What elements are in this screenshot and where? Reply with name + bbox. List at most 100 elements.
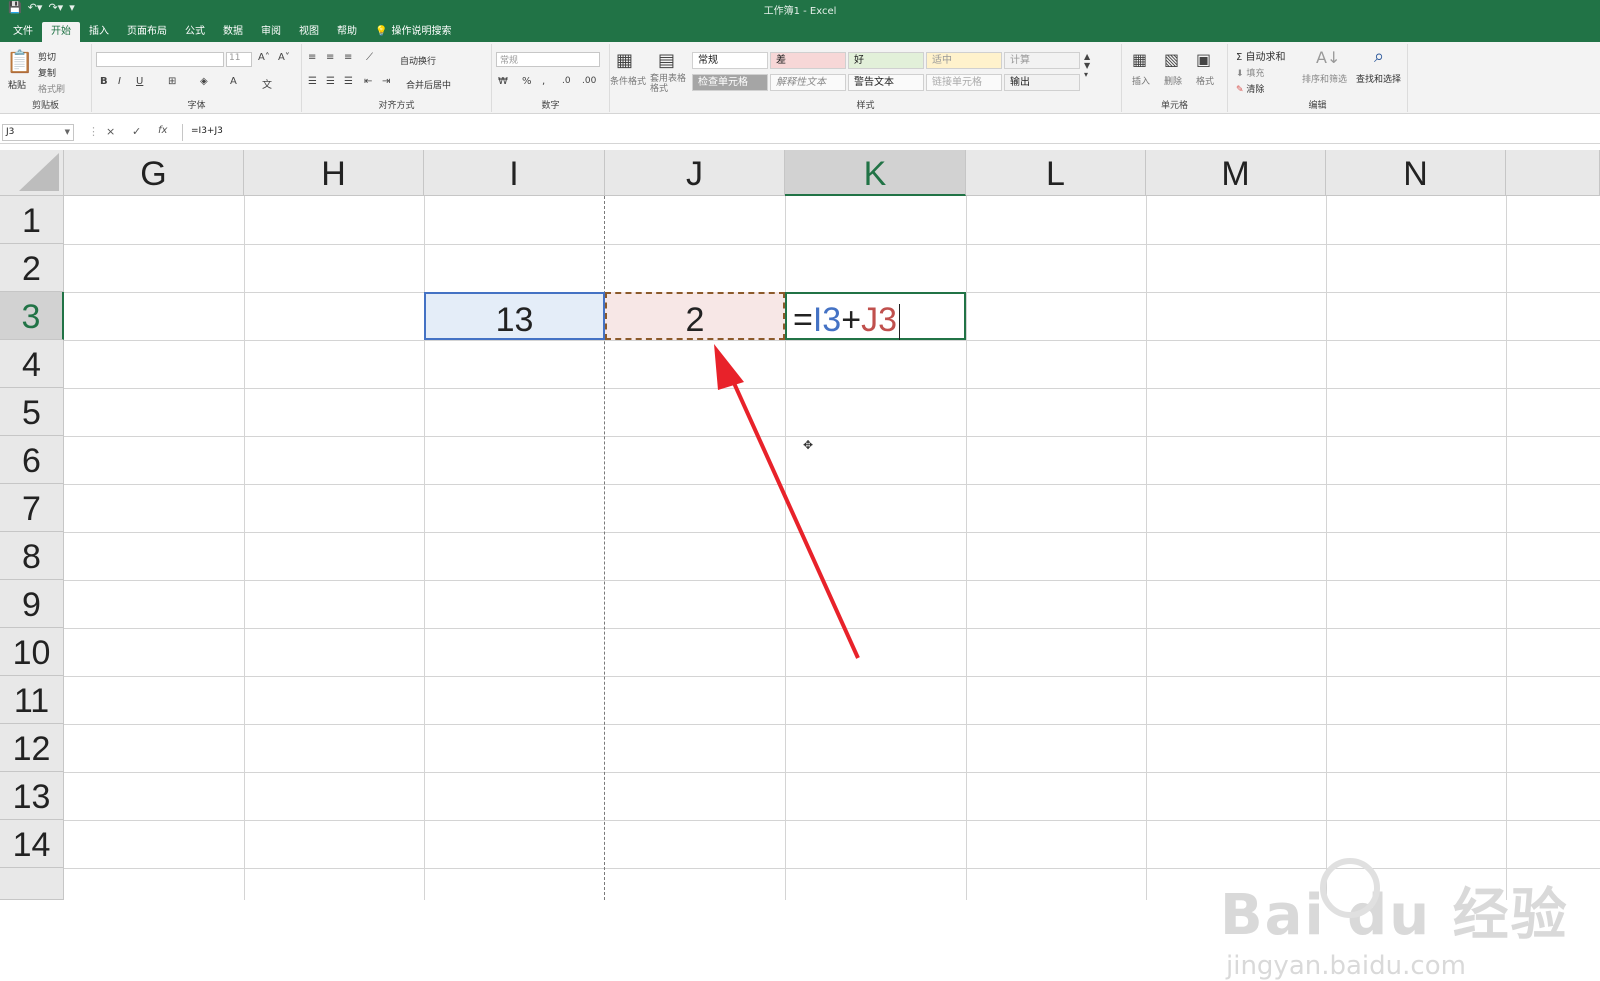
format-as-table-icon[interactable]: ▤ [658,50,675,71]
row-header-6[interactable]: 6 [0,436,64,484]
increase-indent-icon[interactable]: ⇥ [382,76,390,87]
decrease-font-icon[interactable]: A˅ [278,52,290,63]
style-warning[interactable]: 警告文本 [848,74,924,91]
clear-button[interactable]: ✎ 清除 [1236,82,1264,95]
row-header-4[interactable]: 4 [0,340,64,388]
copy-button[interactable]: 复制 [38,66,56,79]
cancel-icon[interactable]: × [106,125,115,138]
cell-k3-editing[interactable]: =I3+J3 [785,292,966,341]
style-neutral[interactable]: 适中 [926,52,1002,69]
tell-me-search[interactable]: 💡 操作说明搜索 [366,22,460,42]
row-header-10[interactable]: 10 [0,628,64,676]
select-all-button[interactable] [0,150,64,196]
conditional-format-button[interactable]: 条件格式 [610,74,646,87]
name-box[interactable]: J3 ▼ [2,124,74,141]
increase-font-icon[interactable]: A˄ [258,52,270,63]
format-cells-icon[interactable]: ▣ [1196,50,1211,69]
cell-i3[interactable]: 13 [424,292,605,340]
column-header-h[interactable]: H [244,150,424,196]
formula-input[interactable]: =I3+J3 [182,124,1600,141]
row-header-next[interactable] [0,868,64,900]
chevron-down-icon[interactable]: ▼ [65,125,70,140]
autosum-button[interactable]: Σ 自动求和 [1236,48,1286,63]
row-header-7[interactable]: 7 [0,484,64,532]
row-header-5[interactable]: 5 [0,388,64,436]
align-bottom-icon[interactable]: ≡ [344,52,352,63]
row-header-11[interactable]: 11 [0,676,64,724]
style-check-cell[interactable]: 检查单元格 [692,74,768,91]
row-header-9[interactable]: 9 [0,580,64,628]
sort-filter-icon[interactable]: A↓ [1316,48,1340,67]
worksheet-grid[interactable]: G H I J K L M N 1 2 3 4 5 6 7 8 9 10 11 … [0,150,1600,981]
font-name-select[interactable] [96,52,224,67]
row-header-1[interactable]: 1 [0,196,64,244]
phonetic-icon[interactable]: 文 [262,76,272,91]
format-painter-button[interactable]: 格式刷 [38,82,65,95]
style-linked-cell[interactable]: 链接单元格 [926,74,1002,91]
bold-button[interactable]: B [100,76,108,87]
decrease-decimal-icon[interactable]: .00 [582,76,596,86]
underline-button[interactable]: U [136,76,143,87]
currency-icon[interactable]: ₩ [498,76,508,87]
tab-home[interactable]: 开始 [42,22,80,42]
number-format-select[interactable]: 常规 [496,52,600,67]
sort-filter-button[interactable]: 排序和筛选 [1302,72,1347,85]
align-left-icon[interactable]: ☰ [308,76,317,87]
column-header-n[interactable]: N [1326,150,1506,196]
tab-view[interactable]: 视图 [290,22,328,42]
tab-formulas[interactable]: 公式 [176,22,214,42]
paste-button[interactable]: 粘贴 [8,78,26,91]
delete-cells-button[interactable]: 删除 [1164,74,1182,87]
wrap-text-button[interactable]: 自动换行 [400,54,436,67]
column-header-l[interactable]: L [966,150,1146,196]
insert-cells-button[interactable]: 插入 [1132,74,1150,87]
row-header-8[interactable]: 8 [0,532,64,580]
align-right-icon[interactable]: ☰ [344,76,353,87]
font-size-select[interactable]: 11 [226,52,252,67]
tab-file[interactable]: 文件 [4,22,42,42]
decrease-indent-icon[interactable]: ⇤ [364,76,372,87]
format-as-table-button[interactable]: 套用表格格式 [650,74,688,94]
find-select-button[interactable]: 查找和选择 [1356,72,1401,85]
row-header-14[interactable]: 14 [0,820,64,868]
row-header-3[interactable]: 3 [0,292,64,340]
style-calculation[interactable]: 计算 [1004,52,1080,69]
merge-center-button[interactable]: 合并后居中 [406,78,451,91]
increase-decimal-icon[interactable]: .0 [562,76,571,86]
fill-color-icon[interactable]: ◈ [200,76,208,87]
column-header-m[interactable]: M [1146,150,1326,196]
conditional-format-icon[interactable]: ▦ [616,50,633,71]
comma-style-icon[interactable]: , [542,76,545,87]
column-header-g[interactable]: G [64,150,244,196]
row-header-13[interactable]: 13 [0,772,64,820]
row-header-12[interactable]: 12 [0,724,64,772]
tab-help[interactable]: 帮助 [328,22,366,42]
fill-button[interactable]: ⬇ 填充 [1236,66,1264,79]
styles-scroll-icon[interactable]: ▲ ▼ ▾ [1084,52,1090,79]
percent-button[interactable]: % [522,76,532,87]
style-normal[interactable]: 常规 [692,52,768,69]
tab-data[interactable]: 数据 [214,22,252,42]
column-header-next[interactable] [1506,150,1600,196]
column-header-j[interactable]: J [605,150,785,196]
italic-button[interactable]: I [118,76,121,87]
style-output[interactable]: 输出 [1004,74,1080,91]
cell-j3[interactable]: 2 [605,292,785,340]
delete-cells-icon[interactable]: ▧ [1164,50,1179,69]
insert-function-icon[interactable]: fx [158,125,167,136]
orientation-icon[interactable]: ⟋ [366,52,373,63]
insert-cells-icon[interactable]: ▦ [1132,50,1147,69]
tab-page-layout[interactable]: 页面布局 [118,22,176,42]
cut-button[interactable]: 剪切 [38,50,56,63]
style-good[interactable]: 好 [848,52,924,69]
column-header-i[interactable]: I [424,150,605,196]
borders-icon[interactable]: ⊞ [168,76,176,87]
font-color-icon[interactable]: A [230,76,237,87]
align-top-icon[interactable]: ≡ [308,52,316,63]
format-cells-button[interactable]: 格式 [1196,74,1214,87]
tab-insert[interactable]: 插入 [80,22,118,42]
column-header-k[interactable]: K [785,150,966,196]
tab-review[interactable]: 审阅 [252,22,290,42]
style-explanatory[interactable]: 解释性文本 [770,74,846,91]
paste-icon[interactable]: 📋 [6,50,33,75]
